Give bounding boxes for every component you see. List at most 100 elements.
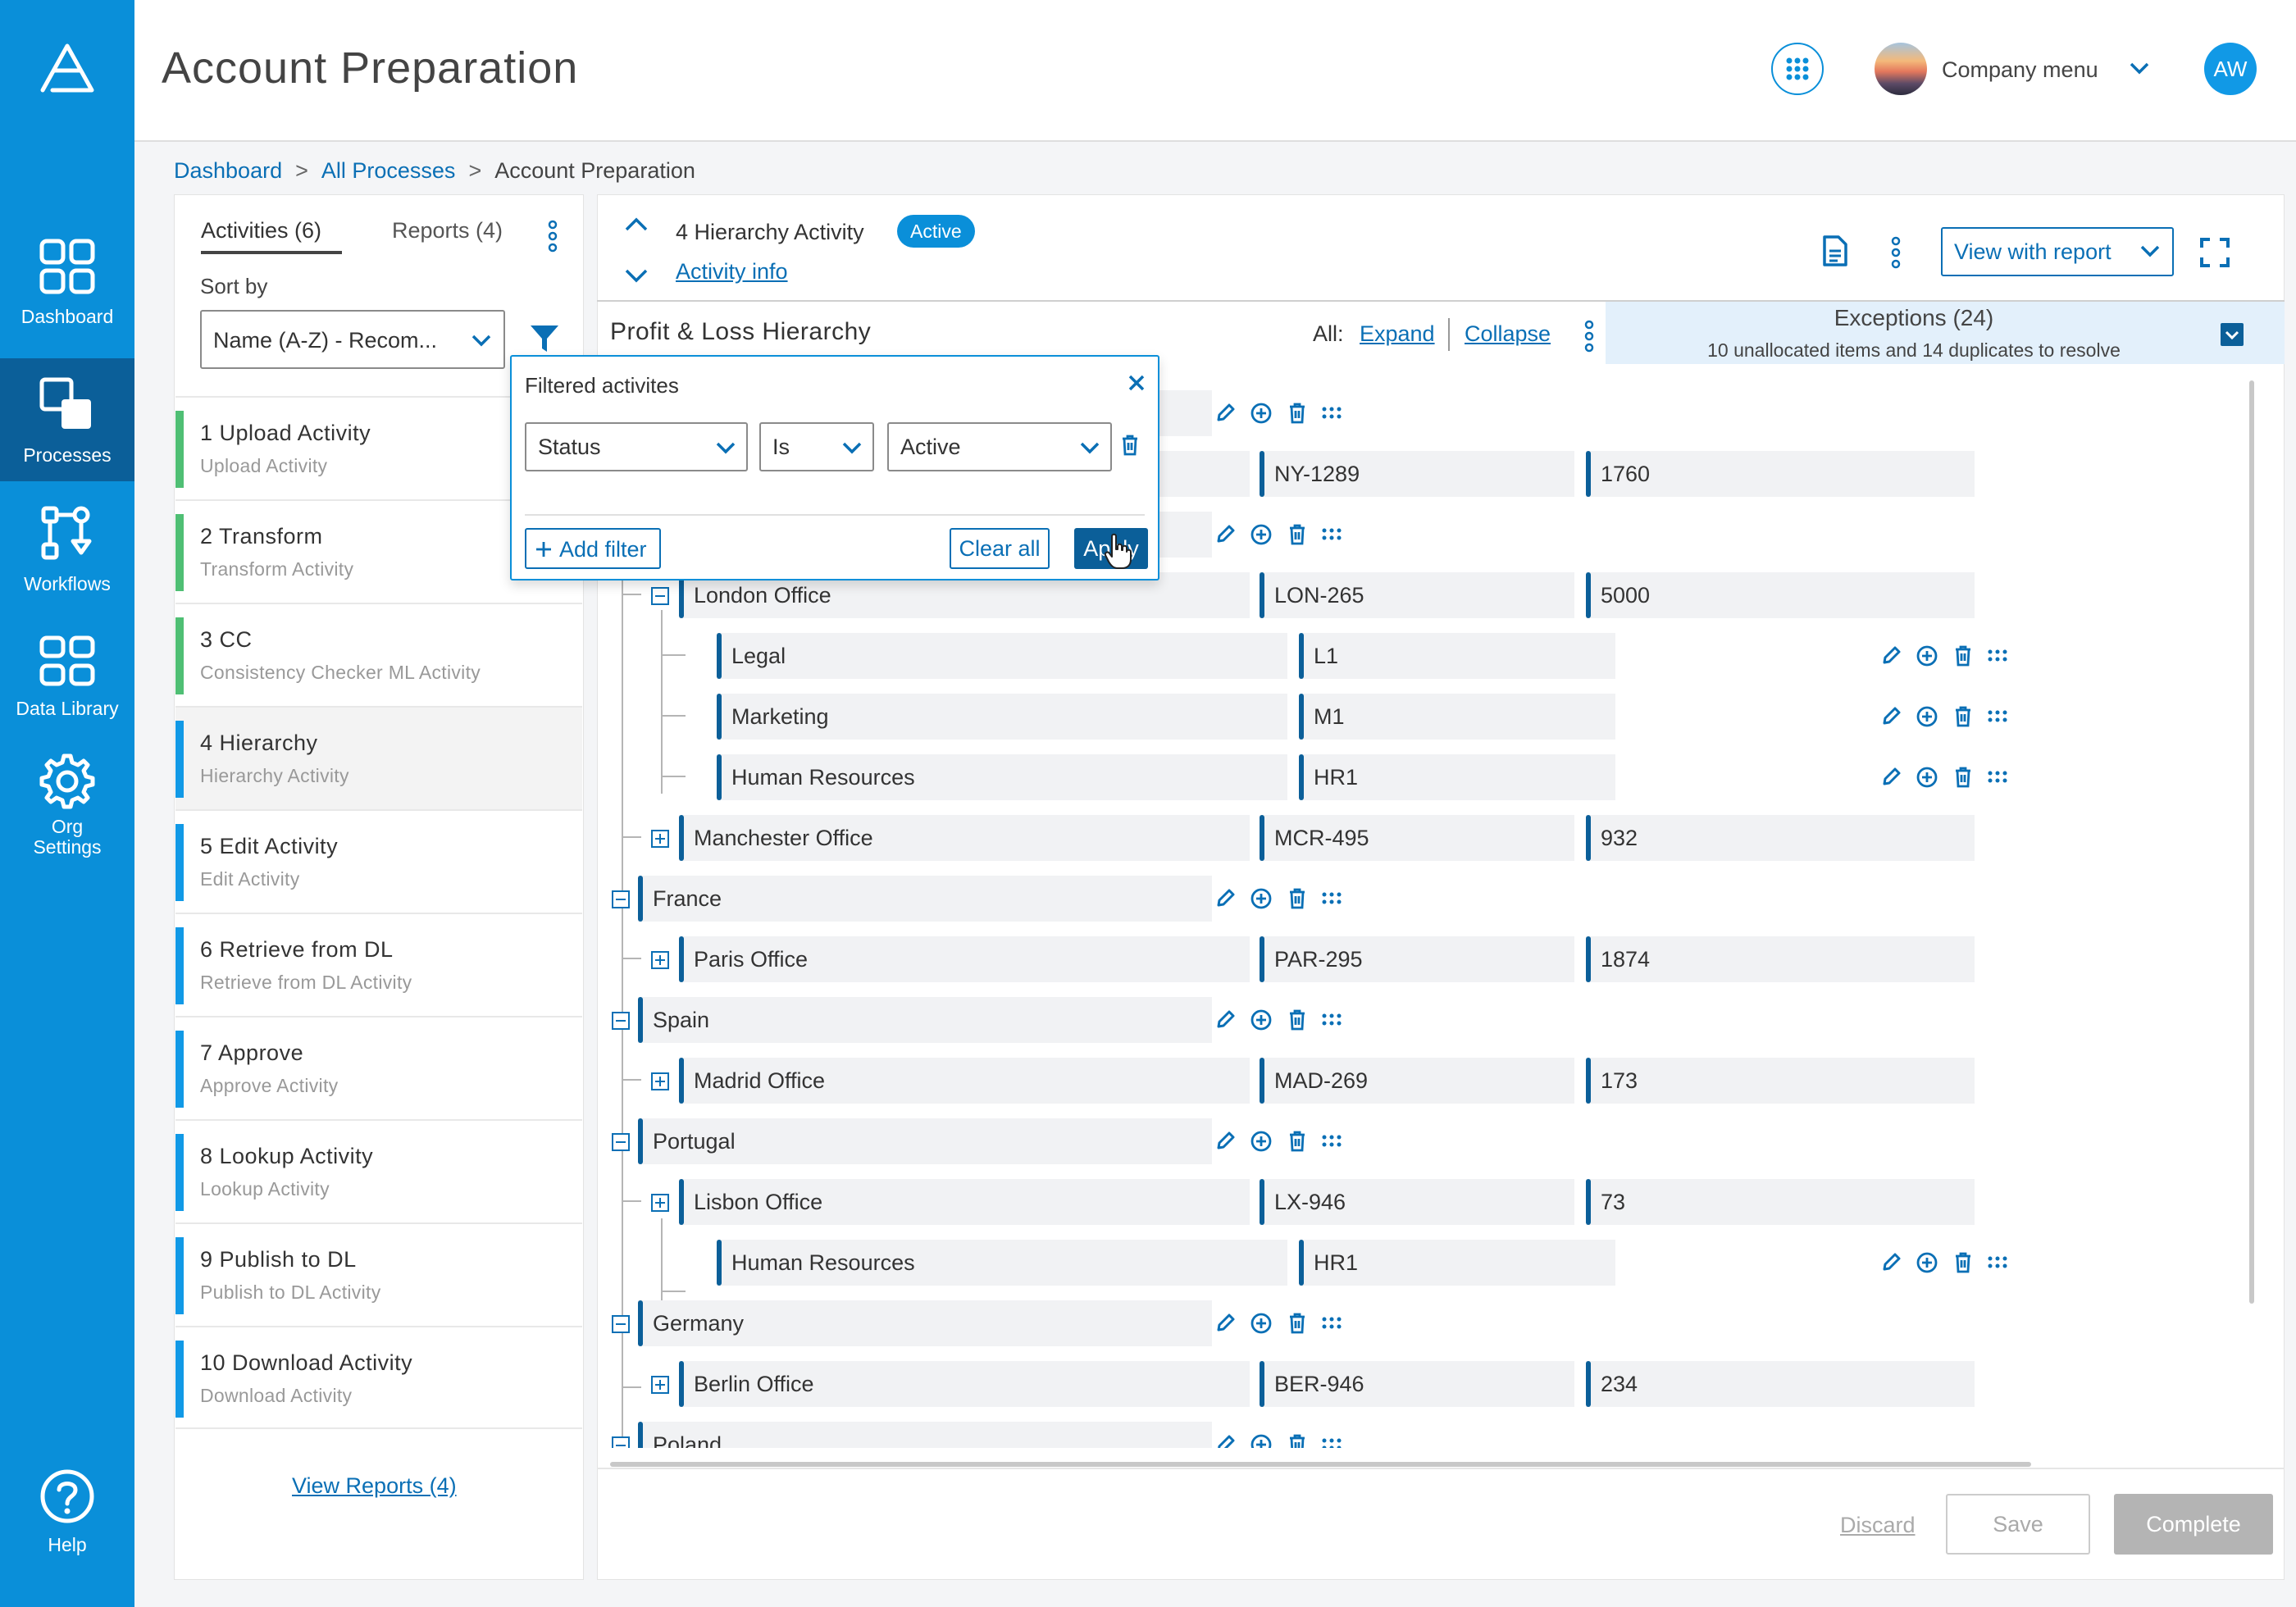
tree-node-value[interactable]: 5000 <box>1586 572 1975 618</box>
trash-icon[interactable] <box>1287 1130 1307 1153</box>
tree-node-label[interactable]: Legal <box>717 633 1287 679</box>
tree-node-code[interactable]: BER-946 <box>1260 1361 1574 1407</box>
drag-handle-icon[interactable] <box>1320 402 1343 425</box>
complete-button[interactable]: Complete <box>2114 1494 2273 1555</box>
activity-info-link[interactable]: Activity info <box>676 259 788 285</box>
activity-item[interactable]: 4 Hierarchy Hierarchy Activity <box>175 706 582 809</box>
discard-link[interactable]: Discard <box>1840 1513 1916 1538</box>
tree-node-label[interactable]: Poland <box>638 1422 1212 1448</box>
activity-item[interactable]: 6 Retrieve from DL Retrieve from DL Acti… <box>175 913 582 1016</box>
document-icon[interactable] <box>1822 234 1848 267</box>
activity-item[interactable]: 3 CC Consistency Checker ML Activity <box>175 603 582 706</box>
chevron-down-icon[interactable] <box>2129 61 2150 75</box>
drag-handle-icon[interactable] <box>1986 644 2009 667</box>
collapse-toggle[interactable] <box>612 1315 630 1333</box>
trash-icon[interactable] <box>1287 523 1307 546</box>
breadcrumb-all-processes[interactable]: All Processes <box>321 158 456 183</box>
tree-node-value[interactable]: 173 <box>1586 1058 1975 1104</box>
tree-node-code[interactable]: MAD-269 <box>1260 1058 1574 1104</box>
expand-toggle[interactable] <box>651 830 669 848</box>
exceptions-toggle[interactable] <box>2221 323 2244 346</box>
kebab-menu-icon[interactable] <box>544 220 561 253</box>
trash-icon[interactable] <box>1953 1251 1973 1274</box>
kebab-menu-icon[interactable] <box>1888 236 1904 269</box>
nav-processes[interactable]: Processes <box>0 358 134 481</box>
edit-icon[interactable] <box>1215 1433 1237 1448</box>
logo[interactable] <box>0 43 134 108</box>
view-with-report-dropdown[interactable]: View with report <box>1941 227 2174 276</box>
edit-icon[interactable] <box>1881 705 1902 726</box>
clear-all-button[interactable]: Clear all <box>950 528 1050 569</box>
add-circle-icon[interactable] <box>1916 1251 1938 1274</box>
tab-activities[interactable]: Activities (6) <box>201 218 321 244</box>
view-reports-link[interactable]: View Reports (4) <box>292 1473 457 1499</box>
collapse-toggle[interactable] <box>612 1436 630 1448</box>
nav-help[interactable]: Help <box>0 1468 134 1566</box>
tree-node-label[interactable]: Human Resources <box>717 1240 1287 1286</box>
breadcrumb-dashboard[interactable]: Dashboard <box>174 158 282 183</box>
drag-handle-icon[interactable] <box>1320 1433 1343 1448</box>
trash-icon[interactable] <box>1287 887 1307 910</box>
tree-node-label[interactable]: Marketing <box>717 694 1287 740</box>
trash-icon[interactable] <box>1287 1433 1307 1448</box>
tree-node-value[interactable]: 1874 <box>1586 936 1975 982</box>
trash-icon[interactable] <box>1287 402 1307 425</box>
save-button[interactable]: Save <box>1946 1494 2090 1555</box>
tree-node-label[interactable]: Berlin Office <box>679 1361 1250 1407</box>
edit-icon[interactable] <box>1215 402 1237 423</box>
tree-node-code[interactable]: M1 <box>1299 694 1615 740</box>
trash-icon[interactable] <box>1953 644 1973 667</box>
tree-node-code[interactable]: HR1 <box>1299 754 1615 800</box>
tree-node-label[interactable]: Lisbon Office <box>679 1179 1250 1225</box>
add-circle-icon[interactable] <box>1250 1008 1273 1031</box>
drag-handle-icon[interactable] <box>1320 1312 1343 1335</box>
nav-data-library[interactable]: Data Library <box>0 633 134 740</box>
collapse-toggle[interactable] <box>651 587 669 605</box>
edit-icon[interactable] <box>1215 1008 1237 1030</box>
tree-node-value[interactable]: 1760 <box>1586 451 1975 497</box>
add-circle-icon[interactable] <box>1250 523 1273 546</box>
tree-node-code[interactable]: LON-265 <box>1260 572 1574 618</box>
expand-toggle[interactable] <box>651 1072 669 1090</box>
expand-toggle[interactable] <box>651 1376 669 1394</box>
trash-icon[interactable] <box>1953 705 1973 728</box>
edit-icon[interactable] <box>1215 887 1237 908</box>
edit-icon[interactable] <box>1881 644 1902 666</box>
tree-node-code[interactable]: MCR-495 <box>1260 815 1574 861</box>
add-circle-icon[interactable] <box>1250 1312 1273 1335</box>
user-avatar[interactable]: AW <box>2204 43 2257 95</box>
chevron-up-icon[interactable] <box>623 215 649 233</box>
trash-icon[interactable] <box>1287 1312 1307 1335</box>
tab-reports[interactable]: Reports (4) <box>392 218 503 244</box>
add-circle-icon[interactable] <box>1250 402 1273 425</box>
collapse-toggle[interactable] <box>612 890 630 908</box>
add-circle-icon[interactable] <box>1250 887 1273 910</box>
activity-item[interactable]: 10 Download Activity Download Activity <box>175 1326 582 1429</box>
activity-item[interactable]: 8 Lookup Activity Lookup Activity <box>175 1119 582 1222</box>
activity-item[interactable]: 5 Edit Activity Edit Activity <box>175 809 582 913</box>
tree-node-label[interactable]: Madrid Office <box>679 1058 1250 1104</box>
tree-node-label[interactable]: Spain <box>638 997 1212 1043</box>
vertical-scrollbar[interactable] <box>2249 380 2254 1304</box>
add-circle-icon[interactable] <box>1250 1433 1273 1448</box>
sort-select[interactable]: Name (A-Z) - Recom... <box>200 310 505 369</box>
add-circle-icon[interactable] <box>1250 1130 1273 1153</box>
tree-node-label[interactable]: Paris Office <box>679 936 1250 982</box>
horizontal-scrollbar[interactable] <box>610 1462 2031 1467</box>
expand-all-link[interactable]: Expand <box>1360 321 1435 347</box>
drag-handle-icon[interactable] <box>1320 1130 1343 1153</box>
close-icon[interactable] <box>1127 373 1146 393</box>
trash-icon[interactable] <box>1287 1008 1307 1031</box>
nav-org-settings[interactable]: Org Settings <box>0 753 134 867</box>
edit-icon[interactable] <box>1215 1130 1237 1151</box>
collapse-all-link[interactable]: Collapse <box>1465 321 1551 347</box>
edit-icon[interactable] <box>1881 1251 1902 1272</box>
tree-node-code[interactable]: PAR-295 <box>1260 936 1574 982</box>
drag-handle-icon[interactable] <box>1986 1251 2009 1274</box>
add-circle-icon[interactable] <box>1916 705 1938 728</box>
tree-node-code[interactable]: NY-1289 <box>1260 451 1574 497</box>
trash-icon[interactable] <box>1120 434 1140 457</box>
nav-workflows[interactable]: Workflows <box>0 505 134 612</box>
tree-node-value[interactable]: 932 <box>1586 815 1975 861</box>
filter-field-select[interactable]: Status <box>525 422 748 471</box>
